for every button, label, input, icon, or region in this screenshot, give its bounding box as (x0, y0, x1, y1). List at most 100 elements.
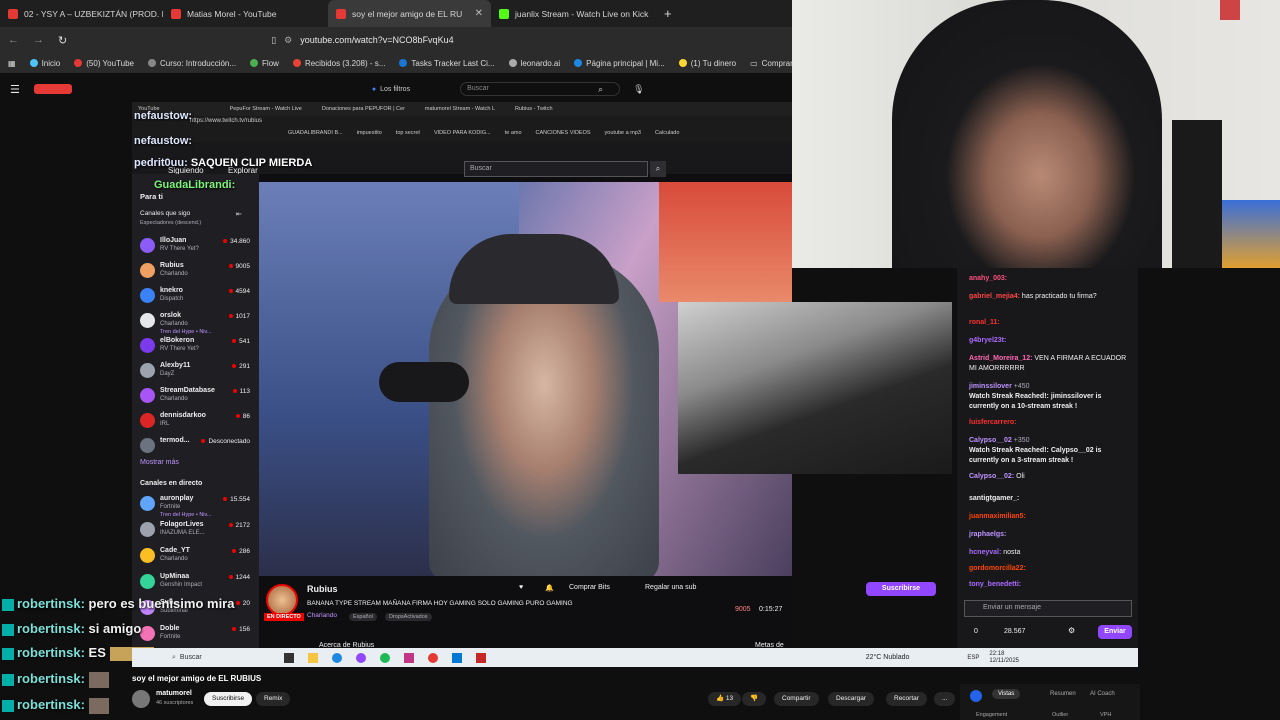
youtube-search-input[interactable]: Buscar (460, 82, 621, 96)
avatar[interactable] (132, 690, 150, 708)
bookmark-item[interactable]: Página principal | Mi... (574, 59, 665, 68)
inner-tab[interactable]: Rubius - Twitch (515, 106, 553, 112)
forward-icon[interactable]: → (33, 34, 44, 46)
search-icon[interactable]: ⌕ (598, 84, 603, 95)
inner-bookmark[interactable]: te amo (505, 130, 522, 136)
bookmark-item[interactable]: (50) YouTube (74, 59, 134, 68)
inner-bookmark[interactable]: top secret (396, 130, 420, 136)
bookmark-item[interactable]: (1) Tu dinero (678, 59, 736, 68)
collapse-icon[interactable]: ⇤ (236, 210, 242, 218)
chat-username[interactable]: g4bryel23t: (969, 337, 1006, 344)
subscribe-button[interactable]: Suscribirse (204, 692, 253, 706)
sidebar-channel[interactable]: orslok Charlando 1017 Tren del Hype • Niv..… (138, 311, 250, 335)
inner-bookmark[interactable]: youtube a mp3 (605, 130, 641, 136)
settings-icon[interactable]: ⚙ (1068, 626, 1075, 635)
bookmark-icon[interactable]: ▯ (271, 35, 276, 46)
browser-tab[interactable]: 02 - YSY A – UZBEKIZTÁN (PROD. EV (0, 0, 163, 27)
steam-icon[interactable] (451, 652, 462, 663)
chat-username[interactable]: santigtgamer_: (969, 495, 1019, 502)
send-button[interactable]: Enviar (1098, 625, 1132, 639)
dislike-button[interactable]: 👎 (742, 692, 767, 706)
new-tab-button[interactable]: + (656, 0, 680, 27)
app-icon[interactable] (355, 652, 366, 663)
live-channel[interactable]: Cade_YT Charlando 286 (138, 546, 250, 568)
bell-icon[interactable]: 🔔 (545, 584, 554, 592)
menu-icon[interactable]: ☰ (10, 83, 20, 96)
more-button[interactable]: ... (934, 692, 956, 706)
inner-bookmark[interactable]: GUADALIBRANDI B... (288, 130, 343, 136)
download-button[interactable]: Descargar (828, 692, 874, 706)
chat-username[interactable]: ronal_11: (969, 319, 1000, 326)
weather[interactable]: 22°C Nublado (866, 654, 910, 661)
sidebar-channel[interactable]: StreamDatabase Charlando 113 (138, 386, 250, 408)
chat-username[interactable]: luisfercarrero: (969, 419, 1016, 426)
bookmark-item[interactable]: Inicio (29, 59, 60, 68)
browser-tab[interactable]: juanlix Stream - Watch Live on Kick (491, 0, 656, 27)
browser-tab-active[interactable]: soy el mejor amigo de EL RUB ✕ (328, 0, 491, 27)
sidebar-channel[interactable]: dennisdarkoo IRL 86 (138, 411, 250, 433)
bookmark-item[interactable]: Flow (250, 59, 279, 68)
sidebar-channel[interactable]: elBokeron RV There Yet? 541 (138, 336, 250, 358)
sidebar-sort[interactable]: Espectadores (descend.) (140, 220, 201, 226)
bits-count[interactable]: 0 (974, 628, 978, 635)
inner-bookmark[interactable]: Calculado (655, 130, 679, 136)
live-channel[interactable]: auronplay Fortnite 15.554 Tren del Hype • N… (138, 494, 250, 518)
site-info-icon[interactable]: ⚙ (284, 35, 292, 46)
chat-username[interactable]: Astrid_Moreira_12: (969, 355, 1032, 362)
task-view-icon[interactable] (283, 652, 294, 663)
app-icon[interactable] (475, 652, 486, 663)
chat-username[interactable]: gordomorcilla22: (969, 565, 1026, 572)
close-icon[interactable]: ✕ (475, 8, 483, 19)
buy-bits-button[interactable]: Comprar Bits (569, 584, 610, 591)
panel-tab[interactable]: Resumen (1050, 691, 1076, 697)
address-field[interactable]: ▯ ⚙ youtube.com/watch?v=NCO8bFvqKu4 (271, 35, 453, 46)
tag[interactable]: Español (349, 613, 377, 621)
sidebar-channel[interactable]: Rubius Charlando 9005 (138, 261, 250, 283)
inner-tab[interactable]: matumorel Stream - Watch L (425, 106, 495, 112)
chat-username[interactable]: tony_benedetti: (969, 581, 1021, 588)
browser-tab[interactable]: Matias Morel - YouTube (163, 0, 328, 27)
reload-icon[interactable]: ↻ (58, 34, 67, 47)
clock[interactable]: 22:18 12/11/2025 (989, 651, 1019, 665)
streamer-name[interactable]: Rubius (307, 584, 338, 594)
chat-username[interactable]: Calypso__02 (969, 437, 1012, 444)
inner-bookmark[interactable]: impuestito (357, 130, 382, 136)
channel-name[interactable]: matumorel (156, 690, 192, 697)
chat-username[interactable]: jiminssilover (969, 383, 1012, 390)
twitch-search-input[interactable]: Buscar (464, 161, 648, 177)
channel-points[interactable]: 28.567 (1004, 628, 1025, 635)
filter-chip[interactable]: ● Los filtros (372, 86, 410, 93)
edge-icon[interactable] (331, 652, 342, 663)
spotify-icon[interactable] (379, 652, 390, 663)
heart-icon[interactable]: ♥ (519, 584, 523, 591)
bookmark-item[interactable]: Tasks Tracker Last Ci... (399, 59, 495, 68)
sidebar-channel[interactable]: knekro Dispatch 4594 (138, 286, 250, 308)
apps-icon[interactable]: ▦ (8, 59, 16, 68)
remix-button[interactable]: Remix (256, 692, 291, 706)
inner-bookmark[interactable]: CANCIONES VIDEOS (536, 130, 591, 136)
inner-url[interactable]: https://www.twitch.tv/rubius (190, 118, 262, 124)
avatar[interactable] (266, 584, 298, 616)
language[interactable]: ESP (967, 655, 979, 661)
sidebar-channel[interactable]: IlloJuan RV There Yet? 34.860 (138, 236, 250, 258)
tag[interactable]: DropsActivados (385, 613, 432, 621)
sidebar-channel[interactable]: termod... Desconectado (138, 436, 250, 458)
inner-tab[interactable]: Donaciones para PEPUFOR | Cer (322, 106, 405, 112)
chat-input[interactable]: Enviar un mensaje (964, 600, 1132, 617)
chat-username[interactable]: juanmaximilian5: (969, 513, 1026, 520)
chat-username[interactable]: hcneyval: (969, 549, 1001, 556)
chat-username[interactable]: Calypso__02: (969, 473, 1014, 480)
inner-tab[interactable]: PepuFor Stream - Watch Live (230, 106, 302, 112)
panel-tab[interactable]: Vistas (992, 689, 1021, 699)
back-icon[interactable]: ← (8, 34, 19, 46)
live-channel[interactable]: FolagorLives INAZUMA ELE... 2172 (138, 520, 250, 542)
live-channel[interactable]: Doble Fortnite 156 (138, 624, 250, 646)
chat-username[interactable]: anahy_003: (969, 275, 1007, 282)
panel-tab[interactable]: AI Coach (1090, 691, 1115, 697)
chat-username[interactable]: jraphaelgs: (969, 531, 1006, 538)
taskbar-search[interactable]: Buscar (180, 654, 202, 661)
microphone-icon[interactable]: 🎙 (633, 84, 644, 95)
like-button[interactable]: 👍 13 (708, 692, 742, 706)
clip-button[interactable]: Recortar (886, 692, 927, 706)
bookmark-folder[interactable]: ▭ Comprar (750, 59, 793, 68)
